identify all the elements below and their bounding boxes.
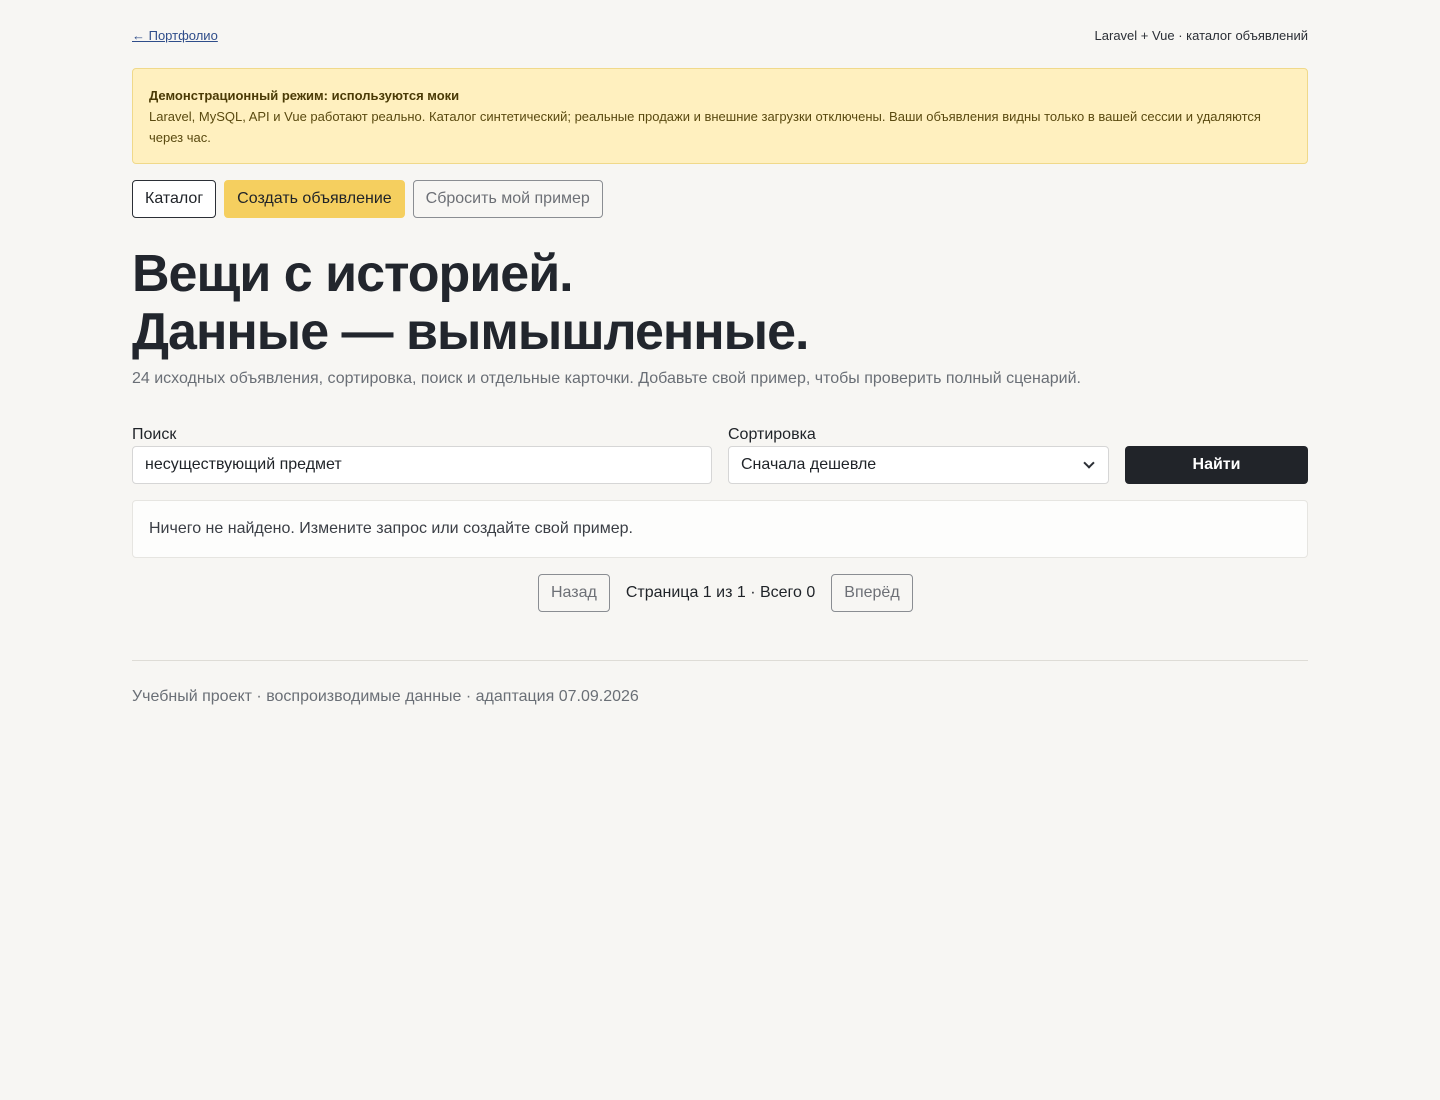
page-title-line-1: Вещи с историей. xyxy=(132,245,574,303)
search-input[interactable] xyxy=(132,446,712,484)
footer-divider xyxy=(132,660,1308,661)
topbar: ← Портфолио Laravel + Vue · каталог объя… xyxy=(132,26,1308,44)
find-button[interactable]: Найти xyxy=(1125,446,1308,484)
app-tagline: Laravel + Vue · каталог объявлений xyxy=(1094,27,1308,43)
empty-results-text: Ничего не найдено. Измените запрос или с… xyxy=(149,520,633,537)
catalog-button[interactable]: Каталог xyxy=(132,180,217,218)
sort-select[interactable]: Сначала дешевле xyxy=(728,446,1109,484)
portfolio-back-link[interactable]: ← Портфолио xyxy=(132,28,218,43)
next-page-button[interactable]: Вперёд xyxy=(831,574,913,612)
pagination: Назад Страница 1 из 1 · Всего 0 Вперёд xyxy=(538,574,913,612)
demo-notice: Демонстрационный режим: используются мок… xyxy=(132,68,1308,164)
sort-label: Сортировка xyxy=(728,426,816,443)
empty-results-message: Ничего не найдено. Измените запрос или с… xyxy=(132,500,1308,558)
action-bar: Каталог Создать объявление Сбросить мой … xyxy=(132,180,603,218)
page-title-line-2: Данные — вымышленные. xyxy=(132,303,809,361)
notice-text: Laravel, MySQL, API и Vue работают реаль… xyxy=(149,109,1261,145)
sort-selected-value: Сначала дешевле xyxy=(741,456,877,473)
footer-text: Учебный проект · воспроизводимые данные … xyxy=(132,688,639,705)
notice-title: Демонстрационный режим: используются мок… xyxy=(149,88,460,103)
page-info: Страница 1 из 1 · Всего 0 xyxy=(625,584,816,601)
page-subtitle: 24 исходных объявления, сортировка, поис… xyxy=(132,370,1081,387)
prev-page-button[interactable]: Назад xyxy=(538,574,610,612)
create-listing-button[interactable]: Создать объявление xyxy=(224,180,405,218)
reset-example-button[interactable]: Сбросить мой пример xyxy=(412,180,603,218)
chevron-down-icon xyxy=(1083,457,1095,469)
page-title: Вещи с историей. Данные — вымышленные. xyxy=(132,245,809,361)
search-label: Поиск xyxy=(132,426,177,443)
